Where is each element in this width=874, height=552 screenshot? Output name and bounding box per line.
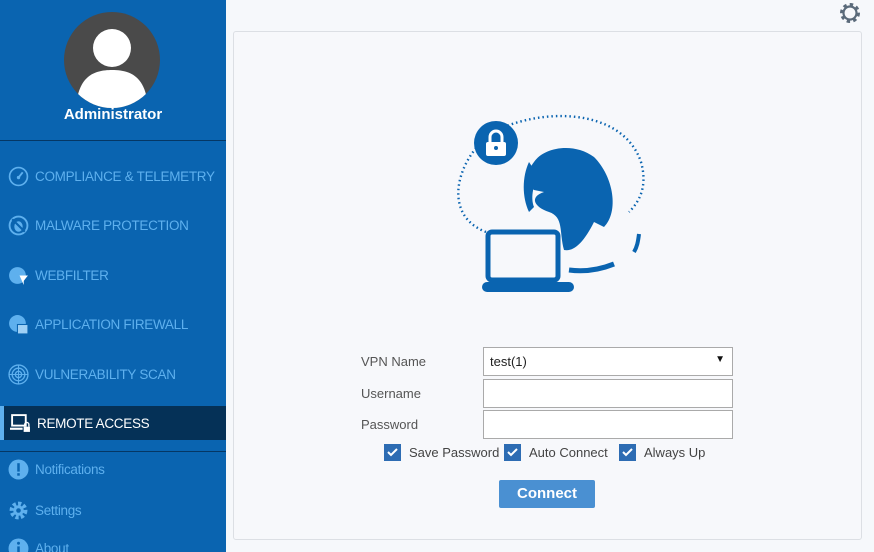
sidebar-item-label: Notifications (35, 461, 105, 477)
speedometer-icon (8, 166, 29, 186)
sidebar-item-notifications[interactable]: Notifications (0, 452, 226, 486)
vpn-name-value: test(1) (490, 354, 527, 369)
avatar (64, 12, 160, 108)
gear-icon (9, 501, 28, 519)
user-name: Administrator (63, 106, 163, 123)
laptop-lock-icon (10, 413, 30, 432)
globe-filter-icon (9, 266, 28, 285)
checkbox-label: Auto Connect (529, 445, 608, 460)
sidebar-item-label: APPLICATION FIREWALL (35, 316, 189, 332)
bug-blocked-icon (8, 215, 29, 235)
sidebar-item-label: WEBFILTER (35, 267, 109, 283)
sidebar-item-label: Settings (35, 502, 82, 518)
radar-icon (8, 363, 29, 385)
auto-connect-checkbox[interactable]: Auto Connect (504, 444, 608, 461)
checkmark-icon (504, 444, 521, 461)
checkbox-label: Save Password (409, 445, 500, 460)
username-input[interactable] (483, 379, 733, 408)
password-label: Password (361, 417, 419, 432)
divider (0, 140, 226, 141)
caret-down-icon: ▼ (715, 354, 725, 365)
settings-gear-icon[interactable] (838, 1, 862, 25)
sidebar-item-vulnerability[interactable]: VULNERABILITY SCAN (0, 357, 226, 391)
sidebar-item-label: About (35, 540, 69, 552)
sidebar: Administrator COMPLIANCE & TELEMETRY MAL… (0, 0, 226, 552)
sidebar-item-settings[interactable]: Settings (0, 493, 226, 527)
sidebar-item-remote-access[interactable]: REMOTE ACCESS (0, 406, 226, 440)
checkmark-icon (619, 444, 636, 461)
checkmark-icon (384, 444, 401, 461)
sidebar-item-webfilter[interactable]: WEBFILTER (0, 258, 226, 292)
connect-button[interactable]: Connect (499, 480, 595, 508)
globe-firewall-icon (9, 314, 29, 334)
save-password-checkbox[interactable]: Save Password (384, 444, 499, 461)
laptop-icon (482, 229, 574, 292)
remote-access-panel (233, 31, 862, 540)
sidebar-item-firewall[interactable]: APPLICATION FIREWALL (0, 307, 226, 341)
vpn-name-select[interactable]: test(1) ▼ (483, 347, 733, 376)
checkbox-label: Always Up (644, 445, 706, 460)
sidebar-item-about[interactable]: About (0, 531, 226, 552)
always-up-checkbox[interactable]: Always Up (619, 444, 705, 461)
sidebar-item-label: VULNERABILITY SCAN (35, 366, 176, 382)
sidebar-item-malware[interactable]: MALWARE PROTECTION (0, 208, 226, 242)
exclamation-icon (8, 459, 29, 479)
sidebar-item-compliance[interactable]: COMPLIANCE & TELEMETRY (0, 159, 226, 193)
sidebar-item-label: MALWARE PROTECTION (35, 217, 189, 233)
username-label: Username (361, 386, 421, 401)
info-icon (8, 538, 29, 552)
password-input[interactable] (483, 410, 733, 439)
vpn-name-label: VPN Name (361, 354, 427, 369)
sidebar-item-label: COMPLIANCE & TELEMETRY (35, 168, 215, 184)
sidebar-item-label: REMOTE ACCESS (37, 415, 150, 431)
vpn-illustration (457, 114, 645, 292)
